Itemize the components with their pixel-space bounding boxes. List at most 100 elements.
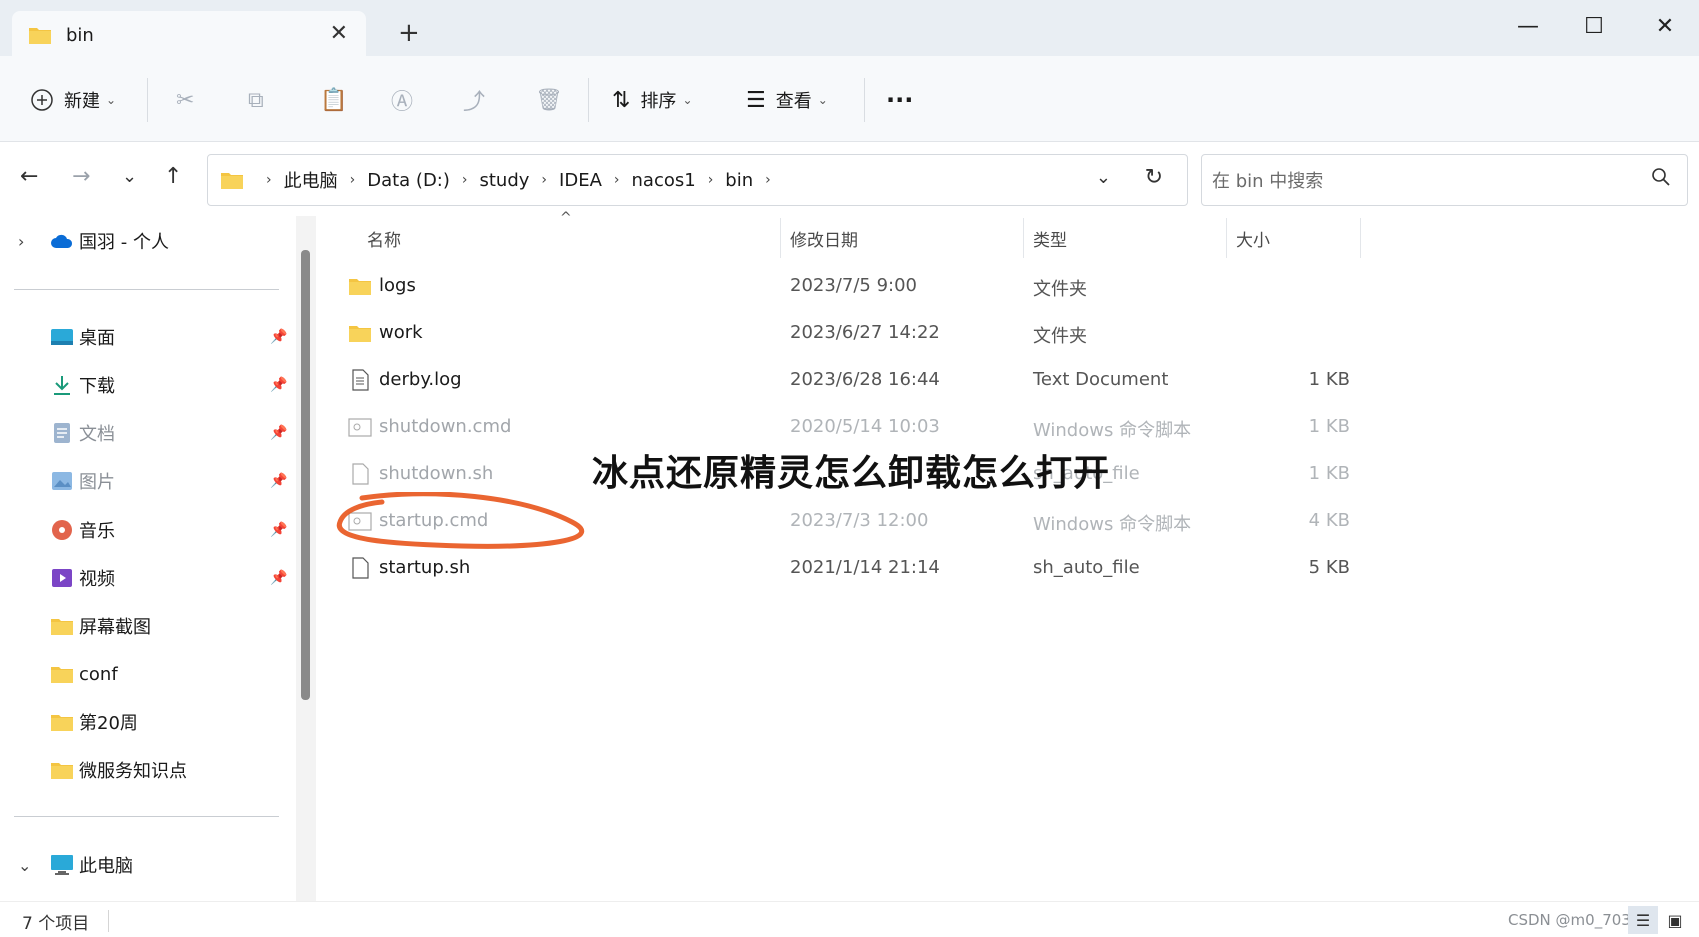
share-button[interactable]: ⤴ <box>463 84 485 116</box>
chevron-down-icon[interactable]: ⌄ <box>18 856 31 875</box>
breadcrumb-item[interactable]: study <box>480 170 530 191</box>
breadcrumb-item[interactable]: bin <box>725 170 753 191</box>
column-header-date[interactable]: 修改日期 <box>790 226 858 251</box>
tab-title: bin <box>66 24 94 46</box>
item-count: 7 个项目 <box>22 914 90 934</box>
sidebar-item-pictures[interactable]: 图片 📌 <box>0 461 290 501</box>
file-size: 1 KB <box>1308 369 1350 390</box>
sidebar-item-videos[interactable]: 视频 📌 <box>0 558 290 598</box>
file-row[interactable]: logs 2023/7/5 9:00 文件夹 <box>316 263 1699 309</box>
refresh-icon[interactable]: ↻ <box>1145 165 1163 190</box>
more-button[interactable]: ··· <box>886 84 913 116</box>
sidebar-item-week20[interactable]: 第20周 <box>0 702 290 742</box>
sidebar-item-this-pc[interactable]: ⌄ 此电脑 <box>0 845 290 885</box>
chevron-right-icon[interactable]: › <box>18 232 24 251</box>
document-icon <box>50 421 74 445</box>
chevron-down-icon: ⌄ <box>817 93 828 107</box>
pin-icon[interactable]: 📌 <box>270 425 287 441</box>
sidebar-item-screenshots[interactable]: 屏幕截图 <box>0 606 290 646</box>
column-divider[interactable] <box>1226 218 1227 258</box>
sidebar-item-label: 第20周 <box>79 713 138 734</box>
search-placeholder: 在 bin 中搜索 <box>1212 171 1324 192</box>
sidebar-item-label: 音乐 <box>79 521 115 542</box>
recent-chevron-icon[interactable]: ⌄ <box>122 166 137 187</box>
file-icon <box>352 557 369 579</box>
paste-icon: 📋 <box>320 87 348 113</box>
pin-icon[interactable]: 📌 <box>270 329 287 345</box>
paste-button[interactable]: 📋 <box>320 84 347 116</box>
file-type: Windows 命令脚本 <box>1033 420 1192 441</box>
tiles-view-icon[interactable]: ▣ <box>1660 906 1690 934</box>
maximize-icon[interactable]: ☐ <box>1574 10 1614 42</box>
share-icon: ⤴ <box>463 90 486 115</box>
sidebar-item-conf[interactable]: conf <box>0 654 290 694</box>
breadcrumb-chevron-icon: › <box>613 172 620 188</box>
view-button[interactable]: ☰ 查看 ⌄ <box>746 84 828 116</box>
sidebar-item-music[interactable]: 音乐 📌 <box>0 510 290 550</box>
address-dropdown-icon[interactable]: ⌄ <box>1096 167 1111 188</box>
search-input[interactable]: 在 bin 中搜索 <box>1201 154 1688 206</box>
minimize-icon[interactable]: — <box>1508 10 1548 42</box>
music-icon <box>50 518 74 542</box>
breadcrumb-item[interactable]: Data (D:) <box>367 170 450 191</box>
pin-icon[interactable]: 📌 <box>270 377 287 393</box>
forward-arrow-icon[interactable]: → <box>72 164 90 189</box>
column-header-type[interactable]: 类型 <box>1033 226 1067 251</box>
column-divider[interactable] <box>1023 218 1024 258</box>
sort-icon: ⇅ <box>612 87 631 113</box>
breadcrumb-chevron-icon: › <box>266 172 272 188</box>
sidebar-scroll-thumb[interactable] <box>301 250 310 700</box>
file-list: ^ 名称 修改日期 类型 大小 logs 2023/7/5 9:00 文件夹 w… <box>316 210 1699 901</box>
copy-button[interactable]: ⧉ <box>248 84 264 116</box>
column-divider[interactable] <box>780 218 781 258</box>
file-row[interactable]: work 2023/6/27 14:22 文件夹 <box>316 310 1699 356</box>
copy-icon: ⧉ <box>248 87 264 113</box>
sidebar-item-label: 桌面 <box>79 328 115 349</box>
folder-icon <box>349 279 371 295</box>
status-divider <box>108 910 109 932</box>
file-type: sh_auto_file <box>1033 557 1140 578</box>
sort-button[interactable]: ⇅ 排序 ⌄ <box>612 84 693 116</box>
pin-icon[interactable]: 📌 <box>270 522 287 538</box>
computer-icon <box>50 853 74 877</box>
sidebar-item-downloads[interactable]: 下载 📌 <box>0 365 290 405</box>
delete-button[interactable]: 🗑 <box>535 84 563 116</box>
file-size: 1 KB <box>1308 416 1350 437</box>
file-icon <box>352 463 369 485</box>
breadcrumb-item[interactable]: IDEA <box>559 170 602 191</box>
up-arrow-icon[interactable]: ↑ <box>164 164 182 189</box>
download-icon <box>50 373 74 397</box>
sort-ascending-icon: ^ <box>560 210 572 226</box>
details-view-icon[interactable]: ☰ <box>1628 906 1658 934</box>
cmd-script-icon <box>348 418 372 437</box>
sidebar-item-desktop[interactable]: 桌面 📌 <box>0 317 290 357</box>
desktop-icon <box>50 325 74 349</box>
breadcrumb-chevron-icon: › <box>541 172 548 188</box>
file-date: 2020/5/14 10:03 <box>790 416 940 437</box>
tab-bin[interactable]: bin ✕ <box>12 11 366 59</box>
breadcrumb-item[interactable]: nacos1 <box>632 170 696 191</box>
new-button[interactable]: 新建 ⌄ <box>30 84 116 116</box>
file-date: 2023/6/27 14:22 <box>790 322 940 343</box>
breadcrumb-item[interactable]: 此电脑 <box>284 167 338 193</box>
column-header-name[interactable]: 名称 <box>367 226 401 251</box>
column-header-size[interactable]: 大小 <box>1236 226 1270 251</box>
pin-icon[interactable]: 📌 <box>270 570 287 586</box>
rename-button[interactable]: Ⓐ <box>391 84 413 116</box>
folder-icon <box>349 326 371 342</box>
pin-icon[interactable]: 📌 <box>270 473 287 489</box>
column-divider[interactable] <box>1360 218 1361 258</box>
new-tab-icon[interactable]: + <box>398 20 420 46</box>
sidebar-item-label: 微服务知识点 <box>79 761 187 782</box>
sidebar-item-documents[interactable]: 文档 📌 <box>0 413 290 453</box>
back-arrow-icon[interactable]: ← <box>20 164 38 189</box>
close-tab-icon[interactable]: ✕ <box>330 21 348 46</box>
view-label: 查看 <box>775 91 812 112</box>
sidebar-item-onedrive[interactable]: › 国羽 - 个人 <box>0 221 290 261</box>
close-window-icon[interactable]: ✕ <box>1645 10 1685 42</box>
file-row[interactable]: derby.log 2023/6/28 16:44 Text Document … <box>316 357 1699 403</box>
cut-button[interactable]: ✂ <box>176 84 194 116</box>
sidebar-item-microservices[interactable]: 微服务知识点 <box>0 750 290 790</box>
address-bar[interactable]: › 此电脑 › Data (D:) › study › IDEA › nacos… <box>207 154 1188 206</box>
breadcrumb-chevron-icon: › <box>707 172 714 188</box>
